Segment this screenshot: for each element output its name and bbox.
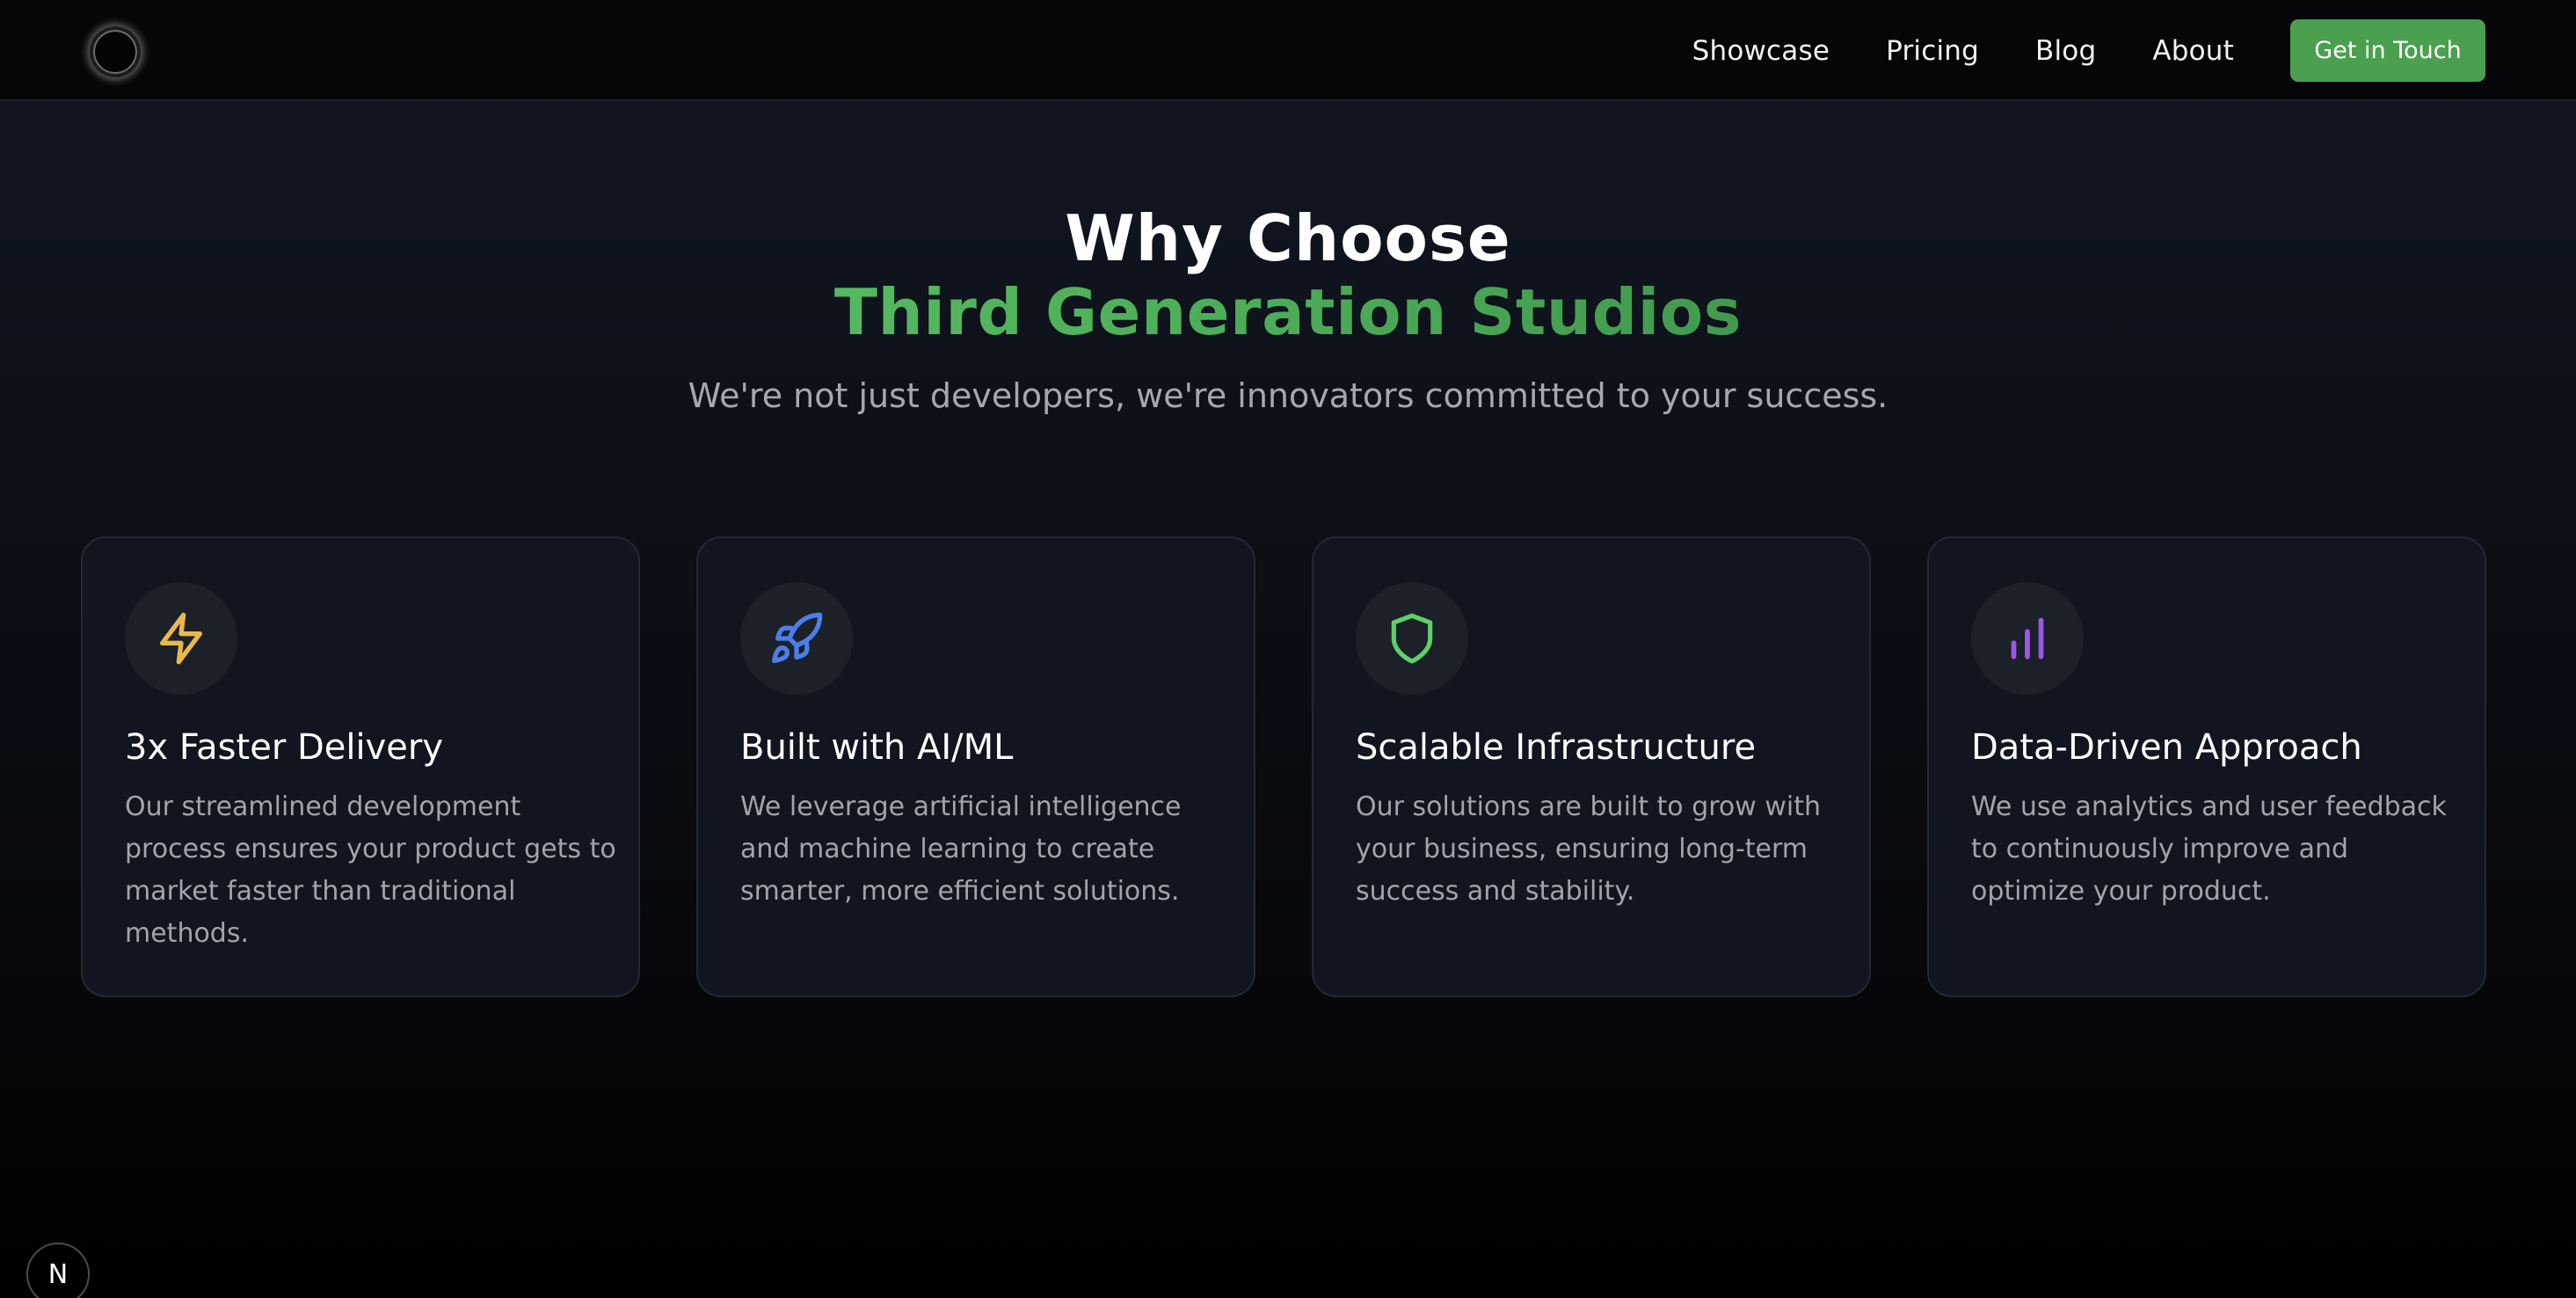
feature-card-ai-ml: Built with AI/ML We leverage artificial … — [696, 536, 1255, 997]
feature-card-scalable-infrastructure: Scalable Infrastructure Our solutions ar… — [1312, 536, 1871, 997]
page: Showcase Pricing Blog About Get in Touch… — [0, 0, 2576, 1298]
logo-icon[interactable] — [90, 26, 141, 77]
feature-cards: 3x Faster Delivery Our streamlined devel… — [81, 536, 2486, 997]
nav-link-blog[interactable]: Blog — [2035, 35, 2096, 67]
section-heading: Why Choose Third Generation Studios — [0, 201, 2576, 348]
bar-chart-icon — [1971, 582, 2084, 695]
section-subtitle: We're not just developers, we're innovat… — [688, 376, 1888, 415]
heading-line-1: Why Choose — [1065, 201, 1511, 275]
rocket-icon — [740, 582, 853, 695]
feature-title: 3x Faster Delivery — [125, 727, 444, 768]
heading-line-2: Third Generation Studios — [0, 276, 2576, 348]
feature-description: Our streamlined development process ensu… — [125, 791, 616, 949]
feature-card-faster-delivery: 3x Faster Delivery Our streamlined devel… — [81, 536, 640, 997]
dev-tools-badge[interactable]: N — [26, 1243, 90, 1298]
feature-title: Scalable Infrastructure — [1356, 727, 1757, 768]
nav-link-showcase[interactable]: Showcase — [1692, 35, 1830, 67]
get-in-touch-button[interactable]: Get in Touch — [2290, 19, 2485, 82]
feature-description: Our solutions are built to grow with you… — [1356, 791, 1821, 907]
feature-description: We use analytics and user feedback to co… — [1971, 791, 2447, 907]
feature-title: Built with AI/ML — [740, 727, 1014, 768]
nav-link-pricing[interactable]: Pricing — [1886, 35, 1979, 67]
feature-card-data-driven: Data-Driven Approach We use analytics an… — [1927, 536, 2486, 997]
feature-description: We leverage artificial intelligence and … — [740, 791, 1182, 907]
nav-links: Showcase Pricing Blog About Get in Touch — [1692, 0, 2576, 101]
top-navbar: Showcase Pricing Blog About Get in Touch — [0, 0, 2576, 101]
nav-link-about[interactable]: About — [2152, 35, 2234, 67]
feature-title: Data-Driven Approach — [1971, 727, 2362, 768]
lightning-icon — [125, 582, 237, 695]
shield-icon — [1356, 582, 1468, 695]
